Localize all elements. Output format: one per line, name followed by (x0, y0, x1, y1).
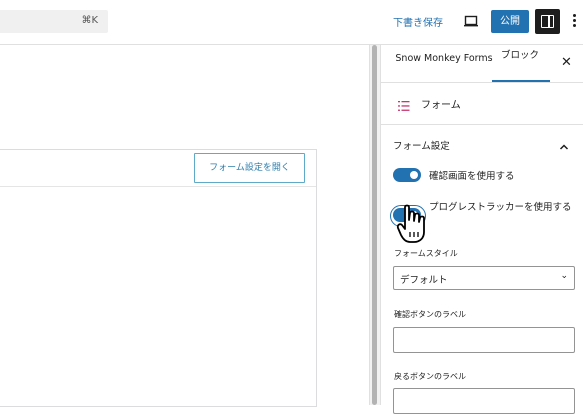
block-card-title: フォーム (421, 100, 461, 111)
back-button-label-input[interactable] (393, 388, 575, 414)
confirm-button-label: 確認ボタンのラベル (394, 310, 466, 319)
laptop-icon[interactable] (463, 13, 479, 29)
panel-title-form-settings[interactable]: フォーム設定 (393, 138, 450, 152)
divider (380, 82, 583, 83)
hand-cursor-icon (396, 204, 428, 244)
form-style-select[interactable]: デフォルト ⌄ (393, 266, 575, 290)
use-confirm-toggle[interactable] (393, 168, 421, 182)
tab-snow-monkey-forms[interactable]: Snow Monkey Forms (392, 52, 496, 65)
list-icon (398, 97, 410, 111)
form-style-value: デフォルト (400, 275, 448, 286)
shortcut-hint: ⌘K (81, 15, 98, 26)
open-form-settings-button[interactable]: フォーム設定を開く (194, 153, 305, 183)
chevron-up-icon[interactable] (559, 137, 569, 150)
chevron-down-icon: ⌄ (560, 271, 568, 281)
form-style-label: フォームスタイル (394, 249, 458, 258)
form-block[interactable] (0, 149, 317, 407)
canvas-scrollbar[interactable] (369, 45, 380, 405)
sidebar-toggle-icon[interactable] (535, 9, 560, 34)
confirm-button-label-input[interactable] (393, 327, 575, 353)
use-progress-label: プログレストラッカーを使用する (429, 202, 572, 213)
publish-button[interactable]: 公開 (491, 10, 529, 33)
command-palette-button[interactable]: ⌘K (0, 10, 108, 33)
more-vertical-icon[interactable] (573, 14, 577, 30)
close-icon[interactable]: ✕ (561, 55, 572, 70)
save-draft-button[interactable]: 下書き保存 (393, 14, 443, 29)
back-button-label: 戻るボタンのラベル (394, 372, 466, 381)
divider (380, 124, 583, 125)
tab-block[interactable]: ブロック (492, 49, 548, 79)
use-confirm-label: 確認画面を使用する (429, 171, 515, 182)
